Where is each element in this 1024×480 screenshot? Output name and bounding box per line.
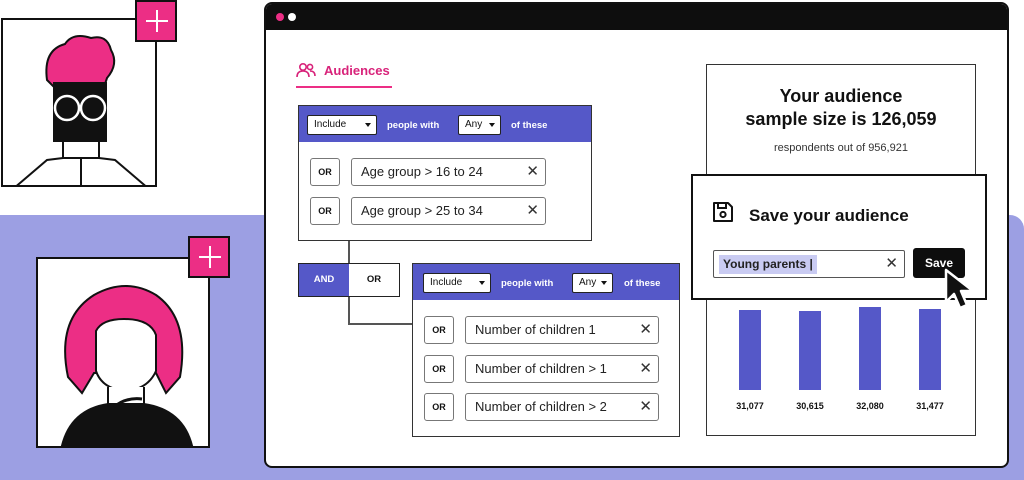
condition-text: Age group > 16 to 24 — [361, 164, 483, 179]
avatar-card-woman — [36, 257, 210, 448]
of-these-label: of these — [624, 278, 661, 289]
condition-chip[interactable]: Age group > 16 to 24 ✕ — [351, 158, 546, 186]
any-select-value: Any — [465, 119, 483, 130]
include-select-value: Include — [430, 277, 463, 288]
clear-input-icon[interactable]: ✕ — [885, 254, 898, 272]
window-titlebar — [266, 4, 1007, 30]
or-operator-chip[interactable]: OR — [424, 393, 454, 421]
chart-bar — [799, 310, 821, 390]
tab-audiences[interactable]: Audiences — [296, 54, 392, 88]
condition-text: Number of children 1 — [475, 322, 596, 337]
app-window: Audiences Include people with Any of the… — [264, 2, 1009, 468]
close-icon[interactable]: ✕ — [639, 394, 652, 420]
rule-header: Include people with Any of these — [299, 106, 591, 142]
sample-size-title-line2: sample size is 126,059 — [745, 109, 937, 129]
close-icon[interactable]: ✕ — [526, 198, 539, 224]
of-these-label: of these — [511, 120, 548, 131]
audience-name-value: Young parents | — [719, 255, 817, 274]
include-select[interactable]: Include — [423, 273, 491, 293]
condition-text: Number of children > 1 — [475, 361, 607, 376]
sample-size-title-line1: Your audience — [779, 86, 903, 106]
window-dot-icon — [276, 13, 284, 21]
rule-group-1: Include people with Any of these OR Age … — [298, 105, 592, 241]
tab-label: Audiences — [324, 62, 390, 78]
chevron-down-icon — [601, 281, 607, 285]
people-with-label: people with — [501, 278, 554, 289]
rule-header: Include people with Any of these — [413, 264, 679, 300]
condition-chip[interactable]: Age group > 25 to 34 ✕ — [351, 197, 546, 225]
connector-line — [348, 323, 412, 325]
or-toggle-option[interactable]: OR — [349, 264, 399, 296]
bar-value-label: 31,077 — [736, 401, 764, 411]
floppy-disk-icon — [713, 202, 733, 222]
or-operator-chip[interactable]: OR — [424, 355, 454, 383]
sample-size-title: Your audience sample size is 126,059 — [707, 85, 975, 131]
close-icon[interactable]: ✕ — [639, 317, 652, 343]
close-icon[interactable]: ✕ — [526, 159, 539, 185]
chevron-down-icon — [365, 123, 371, 127]
rule-group-2: Include people with Any of these OR Numb… — [412, 263, 680, 437]
include-select[interactable]: Include — [307, 115, 377, 135]
and-toggle-option[interactable]: AND — [299, 264, 349, 296]
or-operator-chip[interactable]: OR — [310, 158, 340, 186]
bar-value-label: 30,615 — [796, 401, 824, 411]
condition-text: Number of children > 2 — [475, 399, 607, 414]
any-select-value: Any — [579, 277, 597, 288]
condition-chip[interactable]: Number of children > 2 ✕ — [465, 393, 659, 421]
chart-bar — [919, 308, 941, 390]
and-or-toggle[interactable]: AND OR — [298, 263, 400, 297]
add-plus-icon[interactable] — [188, 236, 230, 278]
respondents-subtitle: respondents out of 956,921 — [774, 142, 908, 154]
users-icon — [296, 62, 316, 78]
condition-text: Age group > 25 to 34 — [361, 203, 483, 218]
audience-name-input[interactable]: Young parents | ✕ — [713, 250, 905, 278]
or-operator-chip[interactable]: OR — [310, 197, 340, 225]
bar-value-label: 31,477 — [916, 401, 944, 411]
chart-bar — [859, 306, 881, 390]
close-icon[interactable]: ✕ — [639, 356, 652, 382]
include-select-value: Include — [314, 119, 347, 130]
man-avatar-illustration — [16, 35, 146, 185]
save-panel-title: Save your audience — [749, 206, 909, 225]
cursor-pointer-icon — [944, 268, 975, 310]
chart-bar — [739, 309, 761, 390]
condition-chip[interactable]: Number of children > 1 ✕ — [465, 355, 659, 383]
any-select[interactable]: Any — [458, 115, 501, 135]
avatar-card-man — [1, 18, 157, 187]
add-plus-icon[interactable] — [135, 0, 177, 42]
chevron-down-icon — [479, 281, 485, 285]
woman-avatar-illustration — [60, 285, 193, 446]
any-select[interactable]: Any — [572, 273, 613, 293]
or-operator-chip[interactable]: OR — [424, 316, 454, 344]
chevron-down-icon — [489, 123, 495, 127]
window-dot-icon — [288, 13, 296, 21]
condition-chip[interactable]: Number of children 1 ✕ — [465, 316, 659, 344]
people-with-label: people with — [387, 120, 440, 131]
bar-value-label: 32,080 — [856, 401, 884, 411]
